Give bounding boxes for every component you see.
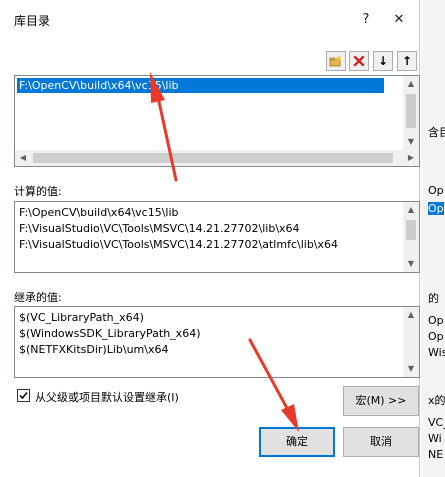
edge-text: Op xyxy=(428,314,444,327)
edge-text: Op xyxy=(428,202,444,215)
inherited-values-label: 继承的值: xyxy=(14,291,62,304)
delete-icon xyxy=(353,55,365,67)
scroll-right-icon[interactable]: ▶ xyxy=(403,150,419,166)
new-line-button[interactable] xyxy=(326,51,346,71)
macro-button[interactable]: 宏(M) >> xyxy=(343,386,419,416)
dialog-title: 库目录 xyxy=(14,14,51,28)
scroll-down-icon[interactable]: ▼ xyxy=(403,361,419,377)
edge-text: VC_ xyxy=(428,416,445,429)
list-item: F:\VisualStudio\VC\Tools\MSVC\14.21.2770… xyxy=(19,238,339,251)
arrow-up-icon: ↑ xyxy=(401,54,413,68)
edge-text: Op xyxy=(428,184,444,197)
edge-text: NE xyxy=(428,448,444,461)
delete-line-button[interactable] xyxy=(349,51,369,71)
vertical-scrollbar[interactable]: ▲ ▼ xyxy=(403,202,419,272)
edge-text: Op xyxy=(428,330,444,343)
library-directories-dialog: 库目录 ? ✕ ↓ ↑ F:\OpenCV\build\x64\vc15\lib… xyxy=(0,0,420,477)
edge-text: Wis xyxy=(428,346,445,359)
edge-text: x的 xyxy=(428,394,445,407)
move-down-button[interactable]: ↓ xyxy=(373,51,393,71)
edge-text: 含目 xyxy=(428,126,445,139)
vertical-scrollbar[interactable]: ▲ ▼ xyxy=(403,76,419,150)
list-item: $(WindowsSDK_LibraryPath_x64) xyxy=(19,327,201,340)
scroll-thumb[interactable] xyxy=(406,94,416,128)
scroll-up-icon[interactable]: ▲ xyxy=(403,307,419,323)
list-item: F:\OpenCV\build\x64\vc15\lib xyxy=(19,206,179,219)
help-button[interactable]: ? xyxy=(354,8,378,32)
scroll-down-icon[interactable]: ▼ xyxy=(403,134,419,150)
vertical-scrollbar[interactable]: ▲ ▼ xyxy=(403,307,419,377)
ok-button[interactable]: 确定 xyxy=(259,427,335,457)
checkmark-icon xyxy=(19,392,28,400)
horizontal-scrollbar[interactable]: ◀ ▶ xyxy=(15,150,419,166)
directory-edit-list[interactable]: F:\OpenCV\build\x64\vc15\lib ▲ ▼ ◀ ▶ xyxy=(14,75,420,167)
inherit-checkbox[interactable] xyxy=(17,389,30,402)
title-bar: 库目录 ? ✕ xyxy=(0,0,420,40)
close-button[interactable]: ✕ xyxy=(387,8,411,32)
cancel-button[interactable]: 取消 xyxy=(343,427,419,457)
edge-text: 的 xyxy=(428,292,439,305)
list-item: $(VC_LibraryPath_x64) xyxy=(19,311,144,324)
new-folder-icon xyxy=(329,55,342,67)
inherit-checkbox-label[interactable]: 从父级或项目默认设置继承(I) xyxy=(35,389,179,405)
scroll-up-icon[interactable]: ▲ xyxy=(403,76,419,92)
edge-text: Wi xyxy=(428,432,442,445)
h-scroll-thumb[interactable] xyxy=(33,153,393,163)
scroll-down-icon[interactable]: ▼ xyxy=(403,256,419,272)
arrow-down-icon: ↓ xyxy=(377,54,389,68)
list-item: $(NETFXKitsDir)Lib\um\x64 xyxy=(19,343,169,356)
list-item: F:\VisualStudio\VC\Tools\MSVC\14.21.2770… xyxy=(19,222,300,235)
inherited-values-list[interactable]: $(VC_LibraryPath_x64) $(WindowsSDK_Libra… xyxy=(14,306,420,378)
computed-values-list[interactable]: F:\OpenCV\build\x64\vc15\lib F:\VisualSt… xyxy=(14,201,420,273)
computed-values-label: 计算的值: xyxy=(14,185,62,198)
list-item-selected[interactable]: F:\OpenCV\build\x64\vc15\lib xyxy=(17,78,384,93)
scroll-left-icon[interactable]: ◀ xyxy=(15,150,31,166)
move-up-button[interactable]: ↑ xyxy=(397,51,417,71)
scroll-up-icon[interactable]: ▲ xyxy=(403,202,419,218)
scroll-thumb[interactable] xyxy=(406,220,416,240)
